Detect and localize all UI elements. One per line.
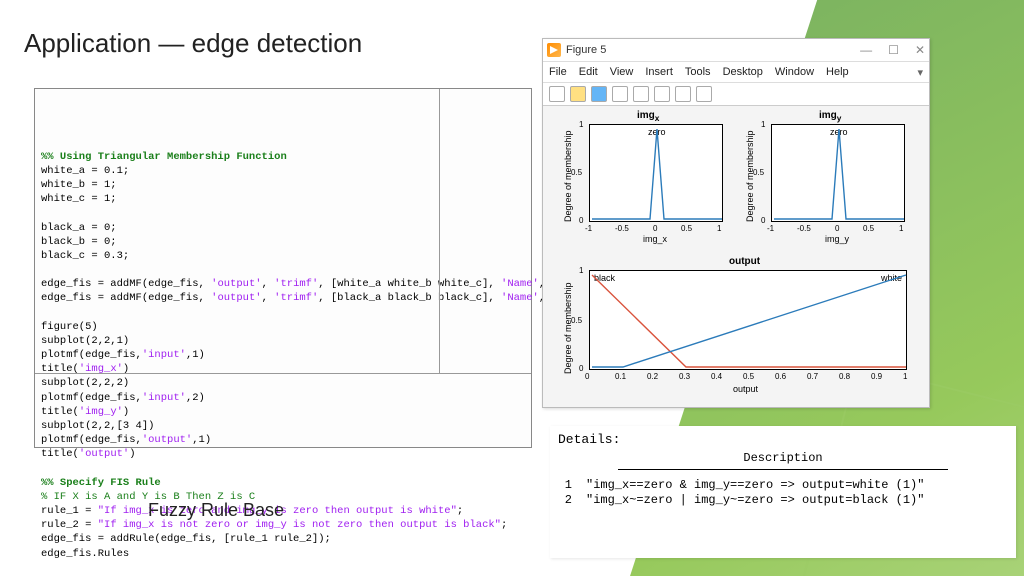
rule-row: 1 "img_x==zero & img_y==zero => output=w… — [558, 478, 1008, 492]
tick: 0 — [585, 372, 589, 381]
maximize-button[interactable]: ☐ — [888, 43, 899, 57]
tick: -1 — [585, 224, 592, 233]
close-button[interactable]: ✕ — [915, 43, 925, 57]
tick: 0 — [835, 224, 839, 233]
tick: -0.5 — [797, 224, 811, 233]
caption: Fuzzy Rule Base — [148, 500, 284, 521]
code-divider-horizontal — [35, 373, 531, 374]
tick: -0.5 — [615, 224, 629, 233]
tick: 0 — [579, 364, 583, 373]
tick: 0.3 — [679, 372, 690, 381]
tick: 1 — [579, 266, 583, 275]
tick: 0.1 — [615, 372, 626, 381]
tick: 0.2 — [647, 372, 658, 381]
tick: 0.6 — [775, 372, 786, 381]
tick: 0 — [761, 216, 765, 225]
menu-tools[interactable]: Tools — [685, 66, 711, 78]
matlab-icon — [547, 43, 561, 57]
tick: 0 — [653, 224, 657, 233]
axes3-title: output — [729, 256, 760, 267]
window-title: Figure 5 — [566, 44, 606, 56]
plot-area: imgx Degree of membership zero -1 -0.5 0… — [543, 106, 929, 406]
tick: 0 — [579, 216, 583, 225]
axes-output: black white — [589, 270, 907, 370]
menu-help[interactable]: Help — [826, 66, 849, 78]
tick: 1 — [717, 224, 721, 233]
axes-imgx: zero — [589, 124, 723, 222]
menu-file[interactable]: File — [549, 66, 567, 78]
menu-insert[interactable]: Insert — [645, 66, 673, 78]
tick: 0.5 — [571, 316, 582, 325]
figure-window: Figure 5 — ☐ ✕ File Edit View Insert Too… — [542, 38, 930, 408]
rule-text: "img_x~=zero | img_y~=zero => output=bla… — [586, 493, 924, 507]
pointer-icon[interactable] — [675, 86, 691, 102]
tick: 1 — [899, 224, 903, 233]
axes1-xlabel: img_x — [643, 234, 667, 244]
rule-index: 2 — [558, 493, 572, 507]
edit-plot-icon[interactable] — [633, 86, 649, 102]
section-header-2: %% Specify FIS Rule — [41, 477, 161, 489]
menu-more-icon[interactable]: ▾ — [917, 66, 923, 79]
menu-window[interactable]: Window — [775, 66, 814, 78]
menu-desktop[interactable]: Desktop — [723, 66, 763, 78]
menubar: File Edit View Insert Tools Desktop Wind… — [543, 62, 929, 83]
tick: 0.5 — [571, 168, 582, 177]
tick: 0.4 — [711, 372, 722, 381]
tick: 0.7 — [807, 372, 818, 381]
tick: 1 — [761, 120, 765, 129]
axes2-title: imgy — [819, 110, 841, 123]
rule-row: 2 "img_x~=zero | img_y~=zero => output=b… — [558, 493, 1008, 507]
axes-imgy: zero — [771, 124, 905, 222]
new-icon[interactable] — [549, 86, 565, 102]
section-header-1: %% Using Triangular Membership Function — [41, 151, 287, 163]
axes3-ylabel: Degree of membership — [563, 282, 573, 374]
code-editor: %% Using Triangular Membership Function … — [34, 88, 532, 448]
rule-text: "img_x==zero & img_y==zero => output=whi… — [586, 478, 924, 492]
tick: 1 — [579, 120, 583, 129]
tick: 0.8 — [839, 372, 850, 381]
axes1-title: imgx — [637, 110, 659, 123]
details-divider — [618, 469, 948, 470]
open-icon[interactable] — [570, 86, 586, 102]
print-icon[interactable] — [612, 86, 628, 102]
menu-view[interactable]: View — [610, 66, 634, 78]
menu-edit[interactable]: Edit — [579, 66, 598, 78]
axes2-xlabel: img_y — [825, 234, 849, 244]
tick: 0.9 — [871, 372, 882, 381]
toolbar — [543, 83, 929, 106]
tick: 1 — [903, 372, 907, 381]
insert-legend-icon[interactable] — [696, 86, 712, 102]
minimize-button[interactable]: — — [860, 43, 872, 57]
details-description-header: Description — [558, 451, 1008, 465]
tick: 0.5 — [753, 168, 764, 177]
axes3-xlabel: output — [733, 384, 758, 394]
rule-index: 1 — [558, 478, 572, 492]
slide-title: Application — edge detection — [24, 28, 362, 59]
code-divider-vertical — [439, 89, 440, 374]
tick: 0.5 — [681, 224, 692, 233]
tick: 0.5 — [863, 224, 874, 233]
rules-details: Details: Description 1 "img_x==zero & im… — [550, 426, 1016, 558]
titlebar: Figure 5 — ☐ ✕ — [543, 39, 929, 62]
rotate-icon[interactable] — [654, 86, 670, 102]
tick: 0.5 — [743, 372, 754, 381]
save-icon[interactable] — [591, 86, 607, 102]
details-header: Details: — [558, 432, 1008, 447]
tick: -1 — [767, 224, 774, 233]
